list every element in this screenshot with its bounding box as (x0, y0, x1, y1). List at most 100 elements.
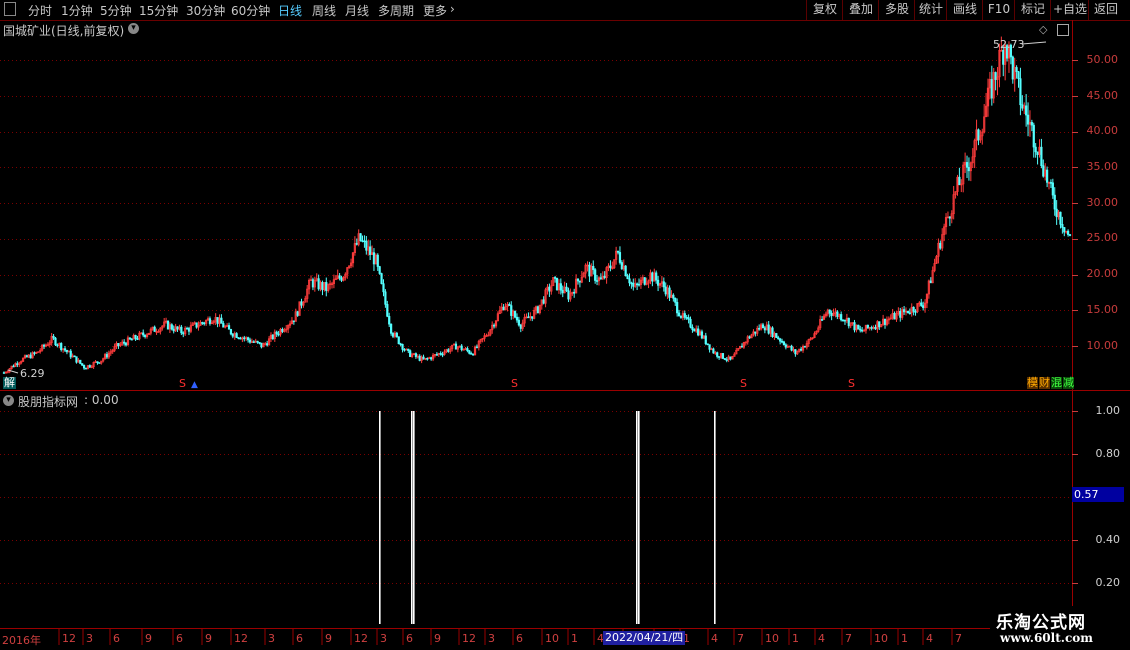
mixed-badge[interactable]: 混 (1051, 377, 1062, 389)
kline-chart[interactable] (0, 0, 1130, 650)
candle-body (706, 343, 709, 346)
chevron-down-icon[interactable]: ▾ (3, 395, 14, 406)
indicator-spike (636, 411, 638, 624)
window-toggle-icon[interactable] (1057, 24, 1069, 36)
candle-body (990, 79, 993, 99)
candle-body (513, 311, 517, 318)
event-marker-s[interactable]: S (740, 378, 747, 390)
candle-body (426, 358, 429, 360)
candle-body (378, 266, 381, 274)
candle-body (397, 336, 400, 345)
candle-body (258, 342, 261, 344)
candle-body (84, 367, 88, 370)
candle-body (142, 332, 145, 336)
candle-body (166, 320, 170, 330)
event-marker-s[interactable]: S (511, 378, 518, 390)
current-value-tag: 0.57 (1072, 487, 1124, 502)
x-tick-label: 12 (354, 632, 368, 645)
candle-body (365, 240, 368, 251)
candle-body (203, 322, 206, 325)
candle-body (54, 337, 57, 346)
candle-body (893, 313, 896, 320)
candle-body (256, 340, 259, 343)
candle-body (472, 353, 475, 356)
candle-body (676, 302, 679, 314)
candle-body (380, 273, 383, 284)
candle-body (725, 359, 728, 361)
watermark-url: www.60lt.com (1000, 631, 1093, 645)
x-tick-label: 4 (818, 632, 825, 645)
x-tick-label: 10 (765, 632, 779, 645)
candle-body (170, 324, 173, 330)
candle-body (967, 167, 971, 172)
candle-body (859, 328, 862, 331)
candle-body (630, 282, 633, 285)
candle-body (454, 343, 458, 350)
candle-body (447, 349, 450, 352)
y-tick-25: 25.00 (1086, 231, 1119, 244)
high-pointer (1021, 41, 1047, 45)
candle-body (620, 262, 623, 270)
event-marker-s[interactable]: S (179, 378, 186, 390)
candle-body (292, 320, 295, 323)
x-tick-label: 12 (234, 632, 248, 645)
candle-body (182, 332, 185, 335)
candle-body (418, 355, 421, 361)
finance-badge[interactable]: 财 (1039, 377, 1050, 389)
model-badge[interactable]: 模 (1027, 377, 1038, 389)
candle-body (1002, 49, 1005, 65)
unlock-marker[interactable]: 解 (3, 377, 16, 389)
candle-body (248, 339, 252, 343)
x-tick-label: 6 (176, 632, 183, 645)
x-tick-label: 4 (711, 632, 718, 645)
candle-body (510, 305, 513, 316)
x-tick-label: 6 (406, 632, 413, 645)
candle-body (1049, 182, 1053, 184)
y-tick-10: 10.00 (1086, 339, 1119, 352)
candle-body (609, 265, 612, 269)
candle-body (542, 299, 545, 304)
candle-body (281, 328, 284, 332)
candle-body (841, 319, 845, 322)
candle-body (239, 337, 242, 340)
candle-body (98, 362, 101, 364)
candle-body (185, 327, 189, 330)
candle-body (128, 337, 131, 340)
indicator-spike (413, 411, 415, 624)
x-tick-label: 12 (462, 632, 476, 645)
candle-body (124, 342, 128, 346)
candle-body (466, 348, 469, 351)
sub-y-tick-0-4: 0.40 (1095, 533, 1121, 546)
candle-body (840, 314, 843, 321)
candle-body (748, 336, 751, 339)
candle-body (136, 338, 139, 340)
event-marker-s[interactable]: S (848, 378, 855, 390)
candle-body (16, 363, 19, 365)
reduce-badge[interactable]: 减 (1063, 377, 1074, 389)
up-arrow-marker-icon[interactable]: ▲ (191, 379, 198, 391)
diamond-icon[interactable]: ◇ (1039, 23, 1047, 36)
y-tick-20: 20.00 (1086, 267, 1119, 280)
candle-body (325, 282, 328, 291)
x-tick-label: 7 (955, 632, 962, 645)
candle-body (1011, 56, 1014, 80)
chevron-down-icon[interactable]: ▾ (128, 23, 139, 34)
indicator-spike (638, 411, 640, 624)
candle-body (69, 350, 72, 358)
candle-body (643, 277, 646, 285)
x-tick-label: 6 (516, 632, 523, 645)
candle-body (439, 353, 442, 355)
candle-body (246, 337, 250, 341)
candle-body (231, 333, 234, 337)
x-tick-label: 4 (926, 632, 933, 645)
candle-body (800, 348, 803, 351)
candle-body (65, 349, 69, 353)
candle-body (105, 354, 109, 358)
candle-body (616, 250, 620, 253)
candle-body (172, 328, 175, 332)
candle-body (1021, 104, 1024, 109)
candle-body (527, 316, 530, 319)
x-tick-label: 7 (845, 632, 852, 645)
candle-body (414, 353, 418, 357)
candle-body (761, 324, 765, 329)
